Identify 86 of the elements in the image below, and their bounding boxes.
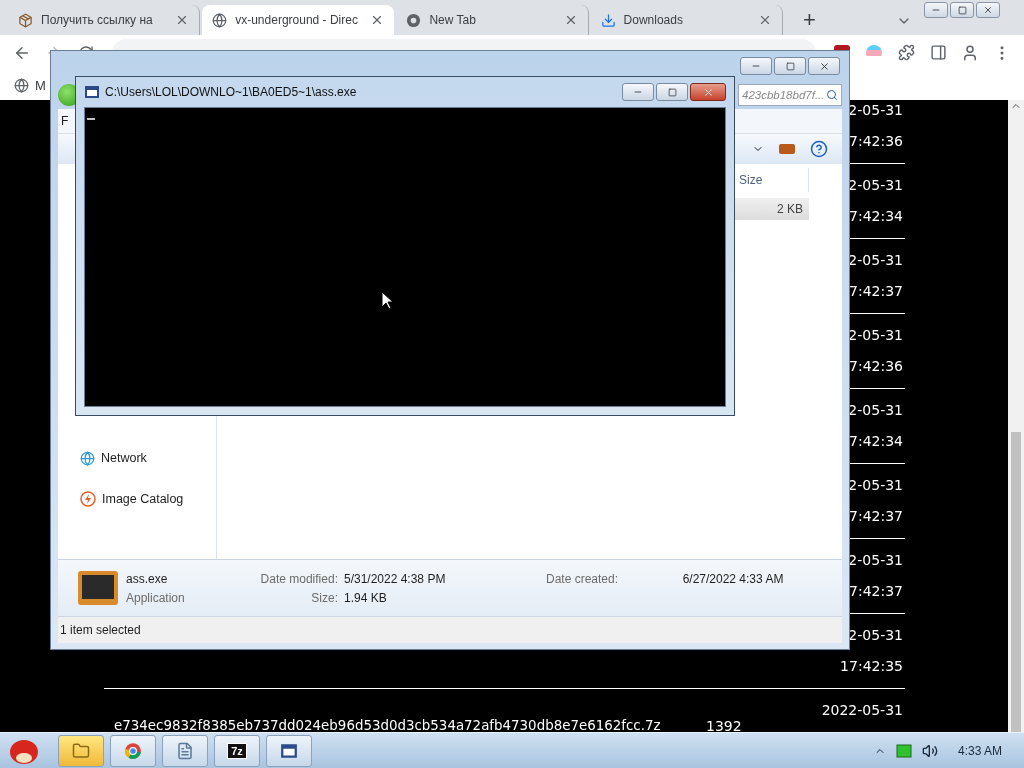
browser-tab[interactable]: Downloads bbox=[590, 5, 783, 35]
download-icon bbox=[600, 12, 616, 28]
size-cell: 2 KB bbox=[734, 198, 809, 220]
archiver-label: 7z bbox=[227, 742, 247, 759]
field-value: 5/31/2022 4:38 PM bbox=[343, 571, 447, 586]
application-icon bbox=[76, 569, 120, 607]
file-date: 2-05-31 bbox=[848, 101, 904, 120]
file-time: 7:42:34 bbox=[849, 432, 904, 451]
browser-tab[interactable]: Получить ссылку на bbox=[8, 5, 201, 35]
close-button[interactable] bbox=[690, 83, 726, 101]
drive-icon[interactable] bbox=[778, 143, 796, 155]
mouse-pointer-icon bbox=[381, 291, 394, 310]
extensions-icon[interactable] bbox=[897, 44, 915, 61]
menu-item[interactable]: F bbox=[61, 114, 69, 128]
minimize-button[interactable] bbox=[924, 2, 948, 18]
folder-icon bbox=[72, 741, 90, 760]
search-icon[interactable] bbox=[826, 89, 838, 101]
taskbar-button[interactable] bbox=[110, 734, 156, 767]
file-name[interactable]: e734ec9832f8385eb737dd024eb96d53d0d3cb534a72afb4730db8e7e6162fcc.7z bbox=[104, 718, 704, 732]
file-date: 2-05-31 bbox=[848, 401, 904, 420]
minimize-button[interactable] bbox=[622, 83, 654, 101]
bookmark-link[interactable]: M bbox=[35, 77, 46, 93]
close-icon bbox=[702, 86, 714, 98]
file-date: 2-05-31 bbox=[848, 551, 904, 570]
taskbar-button[interactable] bbox=[58, 734, 104, 767]
text-cursor bbox=[87, 118, 95, 120]
restore-icon bbox=[957, 5, 967, 15]
file-time: 7:42:36 bbox=[849, 132, 904, 151]
file-date: 2-05-31 bbox=[848, 176, 904, 195]
file-time: 7:42:37 bbox=[849, 282, 904, 301]
file-date: 2-05-31 bbox=[848, 326, 904, 345]
globe-icon bbox=[212, 12, 228, 28]
minimize-button[interactable] bbox=[740, 57, 772, 75]
taskbar-button[interactable] bbox=[266, 734, 312, 767]
package-icon bbox=[18, 12, 33, 28]
close-button[interactable] bbox=[976, 2, 1000, 18]
lightning-icon bbox=[80, 491, 96, 507]
network-icon bbox=[80, 450, 95, 466]
maximize-icon bbox=[667, 87, 677, 97]
close-icon bbox=[983, 5, 993, 15]
file-time: 7:42:36 bbox=[849, 357, 904, 376]
nav-item[interactable]: Image Catalog bbox=[60, 489, 214, 509]
profile-icon[interactable] bbox=[961, 43, 979, 62]
clock[interactable]: 4:33 AM bbox=[957, 743, 1002, 758]
field-label: Date modified: bbox=[259, 571, 338, 586]
file-name: ass.exe bbox=[126, 571, 169, 586]
field-value: 6/27/2022 4:33 AM bbox=[682, 571, 785, 586]
console-icon bbox=[84, 84, 100, 100]
field-value: 1.94 KB bbox=[343, 590, 388, 605]
file-time: 7:42:37 bbox=[849, 507, 904, 526]
file-date: 2-05-31 bbox=[848, 476, 904, 495]
file-date: 2-05-31 bbox=[848, 626, 904, 645]
file-type: Application bbox=[126, 590, 186, 605]
file-size: 1392 bbox=[705, 717, 743, 732]
nav-item[interactable]: Network bbox=[60, 448, 214, 468]
restore-button[interactable] bbox=[950, 2, 974, 18]
browser-tab[interactable]: vx-underground - Direc bbox=[202, 5, 395, 35]
file-date: 2-05-31 bbox=[848, 251, 904, 270]
file-time: 7:42:34 bbox=[849, 207, 904, 226]
side-panel-icon[interactable] bbox=[929, 44, 947, 61]
console-icon bbox=[280, 741, 298, 760]
scrollbar[interactable] bbox=[1008, 100, 1024, 732]
chrome-icon bbox=[406, 12, 422, 28]
browser-tab[interactable]: New Tab bbox=[396, 5, 589, 35]
field-label: Size: bbox=[310, 590, 338, 605]
volume-icon[interactable] bbox=[921, 742, 938, 759]
status-text: 1 item selected bbox=[60, 623, 141, 637]
chrome-icon bbox=[124, 741, 142, 760]
file-time: 7:42:37 bbox=[849, 582, 904, 601]
file-time: 17:42:35 bbox=[840, 657, 904, 676]
battery-icon[interactable] bbox=[895, 743, 912, 758]
maximize-icon bbox=[785, 61, 795, 71]
globe-icon[interactable] bbox=[14, 77, 29, 93]
file-date: 2022-05-31 bbox=[821, 701, 904, 720]
maximize-button[interactable] bbox=[774, 57, 806, 75]
maximize-button[interactable] bbox=[656, 83, 688, 101]
help-icon[interactable] bbox=[810, 140, 828, 158]
field-label: Date created: bbox=[546, 571, 620, 586]
close-button[interactable] bbox=[808, 57, 840, 75]
new-tab-button[interactable]: + bbox=[794, 5, 824, 35]
taskbar-button[interactable] bbox=[162, 734, 208, 767]
search-field[interactable]: 423cbb18bd7f... bbox=[738, 84, 842, 106]
taskbar-button[interactable]: 7z bbox=[214, 734, 260, 767]
notepad-icon bbox=[176, 741, 194, 760]
window-title: C:\Users\LOL\DOWNLO~1\BA0ED5~1\ass.exe bbox=[105, 85, 357, 99]
close-icon bbox=[818, 60, 830, 72]
